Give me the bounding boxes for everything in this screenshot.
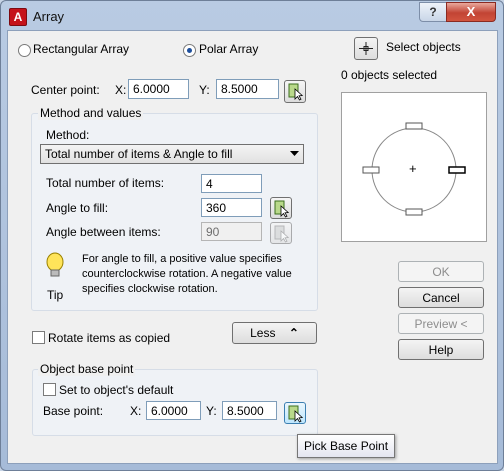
base-y-label: Y: [206, 404, 217, 418]
tip-text: For angle to fill, a positive value spec… [82, 253, 292, 295]
cancel-button[interactable]: Cancel [398, 287, 484, 308]
preview-center-marker: + [409, 161, 417, 176]
center-x-input[interactable]: 6.0000 [128, 79, 189, 99]
total-items-input[interactable]: 4 [201, 174, 262, 193]
center-point-label: Center point: [31, 83, 100, 97]
chevron-down-icon [290, 151, 299, 156]
preview-button[interactable]: Preview < [398, 313, 484, 334]
autocad-app-icon: A [9, 8, 27, 26]
pick-point-icon [274, 200, 290, 218]
ok-button[interactable]: OK [398, 261, 484, 282]
center-x-label: X: [115, 83, 127, 97]
object-base-point-group-label: Object base point [38, 362, 136, 376]
help-title-button[interactable]: ? [419, 2, 447, 22]
pick-base-point-tooltip: Pick Base Point [297, 434, 396, 458]
rectangular-array-label[interactable]: Rectangular Array [33, 42, 129, 56]
set-to-default-label[interactable]: Set to object's default [59, 383, 173, 397]
close-button[interactable]: X [446, 2, 496, 22]
method-dropdown[interactable]: Total number of items & Angle to fill [40, 144, 304, 164]
angle-to-fill-label: Angle to fill: [46, 201, 109, 215]
set-to-default-checkbox[interactable] [43, 383, 56, 396]
less-button-label: Less [250, 326, 276, 340]
pick-center-point-button[interactable] [284, 80, 306, 103]
angle-between-label: Angle between items: [46, 225, 161, 239]
method-selected-value: Total number of items & Angle to fill [45, 147, 233, 161]
preview-item-top [405, 122, 423, 130]
method-values-group-label: Method and values [38, 106, 144, 120]
select-objects-label: Select objects [386, 40, 461, 54]
pick-base-point-button[interactable] [284, 402, 306, 424]
pick-point-icon [288, 405, 304, 423]
pick-angle-to-fill-button[interactable] [270, 197, 292, 219]
tip-label: Tip [47, 288, 64, 302]
polar-array-radio[interactable] [183, 44, 196, 57]
method-label: Method: [46, 128, 90, 142]
collapse-chevron-icon: ⌃ [288, 326, 299, 340]
angle-between-input[interactable]: 90 [201, 222, 262, 241]
base-x-label: X: [130, 404, 142, 418]
polar-array-label[interactable]: Polar Array [199, 42, 258, 56]
window-title: Array [33, 9, 65, 24]
rotate-items-label[interactable]: Rotate items as copied [48, 331, 170, 345]
angle-to-fill-input[interactable]: 360 [201, 198, 262, 217]
pick-angle-between-button[interactable] [270, 222, 292, 244]
select-objects-button[interactable] [354, 37, 378, 60]
center-y-label: Y: [199, 83, 210, 97]
less-button[interactable]: Less ⌃ [232, 322, 317, 344]
rectangular-array-radio[interactable] [18, 44, 31, 57]
preview-item-left [362, 166, 380, 174]
base-point-label: Base point: [43, 404, 104, 418]
base-x-input[interactable]: 6.0000 [146, 401, 201, 420]
preview-item-right [448, 166, 466, 174]
preview-item-bottom [405, 208, 423, 216]
help-button[interactable]: Help [398, 339, 484, 360]
lightbulb-icon [46, 252, 64, 277]
objects-selected-status: 0 objects selected [341, 68, 438, 82]
pick-point-icon [288, 83, 304, 101]
total-items-label: Total number of items: [46, 176, 165, 190]
center-y-input[interactable]: 8.5000 [216, 79, 279, 99]
pick-point-icon [274, 225, 290, 243]
array-preview: + [341, 92, 487, 242]
crosshair-icon [359, 42, 373, 55]
base-y-input[interactable]: 8.5000 [222, 401, 277, 420]
title-bar[interactable]: A Array ? X [1, 1, 503, 31]
rotate-items-checkbox[interactable] [32, 331, 45, 344]
